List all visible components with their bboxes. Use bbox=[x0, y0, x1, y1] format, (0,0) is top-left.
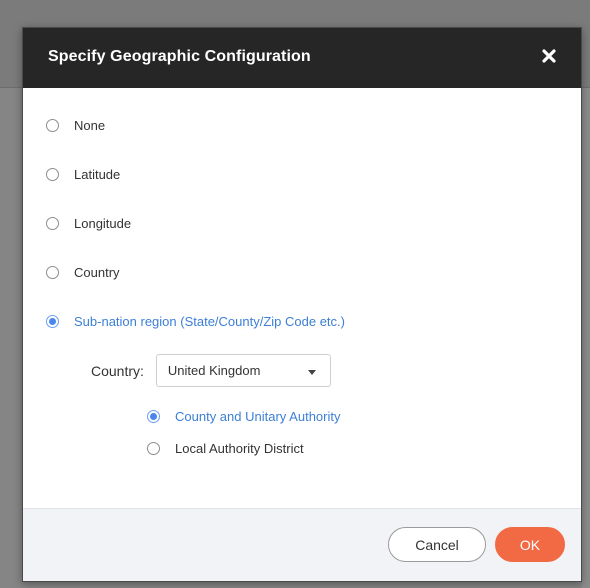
radio-label: County and Unitary Authority bbox=[175, 409, 341, 424]
radio-label: Sub-nation region (State/County/Zip Code… bbox=[74, 314, 345, 329]
country-dropdown-value: United Kingdom bbox=[167, 363, 261, 378]
chevron-down-icon bbox=[307, 370, 316, 375]
radio-label: None bbox=[74, 118, 106, 133]
radio-label: Country bbox=[74, 265, 120, 280]
cancel-button[interactable]: Cancel bbox=[388, 527, 486, 562]
radio-option-none[interactable]: None bbox=[46, 118, 105, 133]
ok-button[interactable]: OK bbox=[495, 527, 565, 562]
radio-option-county-unitary-authority[interactable]: County and Unitary Authority bbox=[147, 409, 340, 424]
dialog-footer: Cancel OK bbox=[23, 508, 581, 581]
dialog-title: Specify Geographic Configuration bbox=[48, 48, 311, 65]
dialog-body: None Latitude Longitude Country Sub-nati… bbox=[23, 88, 581, 508]
radio-button[interactable] bbox=[46, 168, 59, 181]
backdrop-panel bbox=[582, 88, 590, 588]
radio-option-latitude[interactable]: Latitude bbox=[46, 167, 120, 182]
geographic-config-dialog: Specify Geographic Configuration None La… bbox=[22, 27, 582, 582]
dialog-header: Specify Geographic Configuration bbox=[23, 28, 581, 88]
radio-label: Latitude bbox=[74, 167, 121, 182]
country-selector-row: Country: United Kingdom bbox=[91, 354, 331, 387]
radio-button-selected[interactable] bbox=[147, 410, 160, 423]
radio-button[interactable] bbox=[46, 217, 59, 230]
radio-button[interactable] bbox=[147, 442, 160, 455]
radio-option-country[interactable]: Country bbox=[46, 265, 120, 280]
radio-button[interactable] bbox=[46, 266, 59, 279]
radio-option-local-authority-district[interactable]: Local Authority District bbox=[147, 441, 304, 456]
close-icon bbox=[542, 49, 556, 63]
close-button[interactable] bbox=[537, 44, 561, 68]
radio-button-selected[interactable] bbox=[46, 315, 59, 328]
country-dropdown[interactable]: United Kingdom bbox=[155, 354, 331, 387]
country-label: Country: bbox=[91, 362, 144, 379]
radio-button[interactable] bbox=[46, 119, 59, 132]
radio-option-longitude[interactable]: Longitude bbox=[46, 216, 131, 231]
radio-label: Local Authority District bbox=[175, 441, 304, 456]
radio-option-sub-nation-region[interactable]: Sub-nation region (State/County/Zip Code… bbox=[46, 314, 345, 329]
radio-label: Longitude bbox=[74, 216, 132, 231]
